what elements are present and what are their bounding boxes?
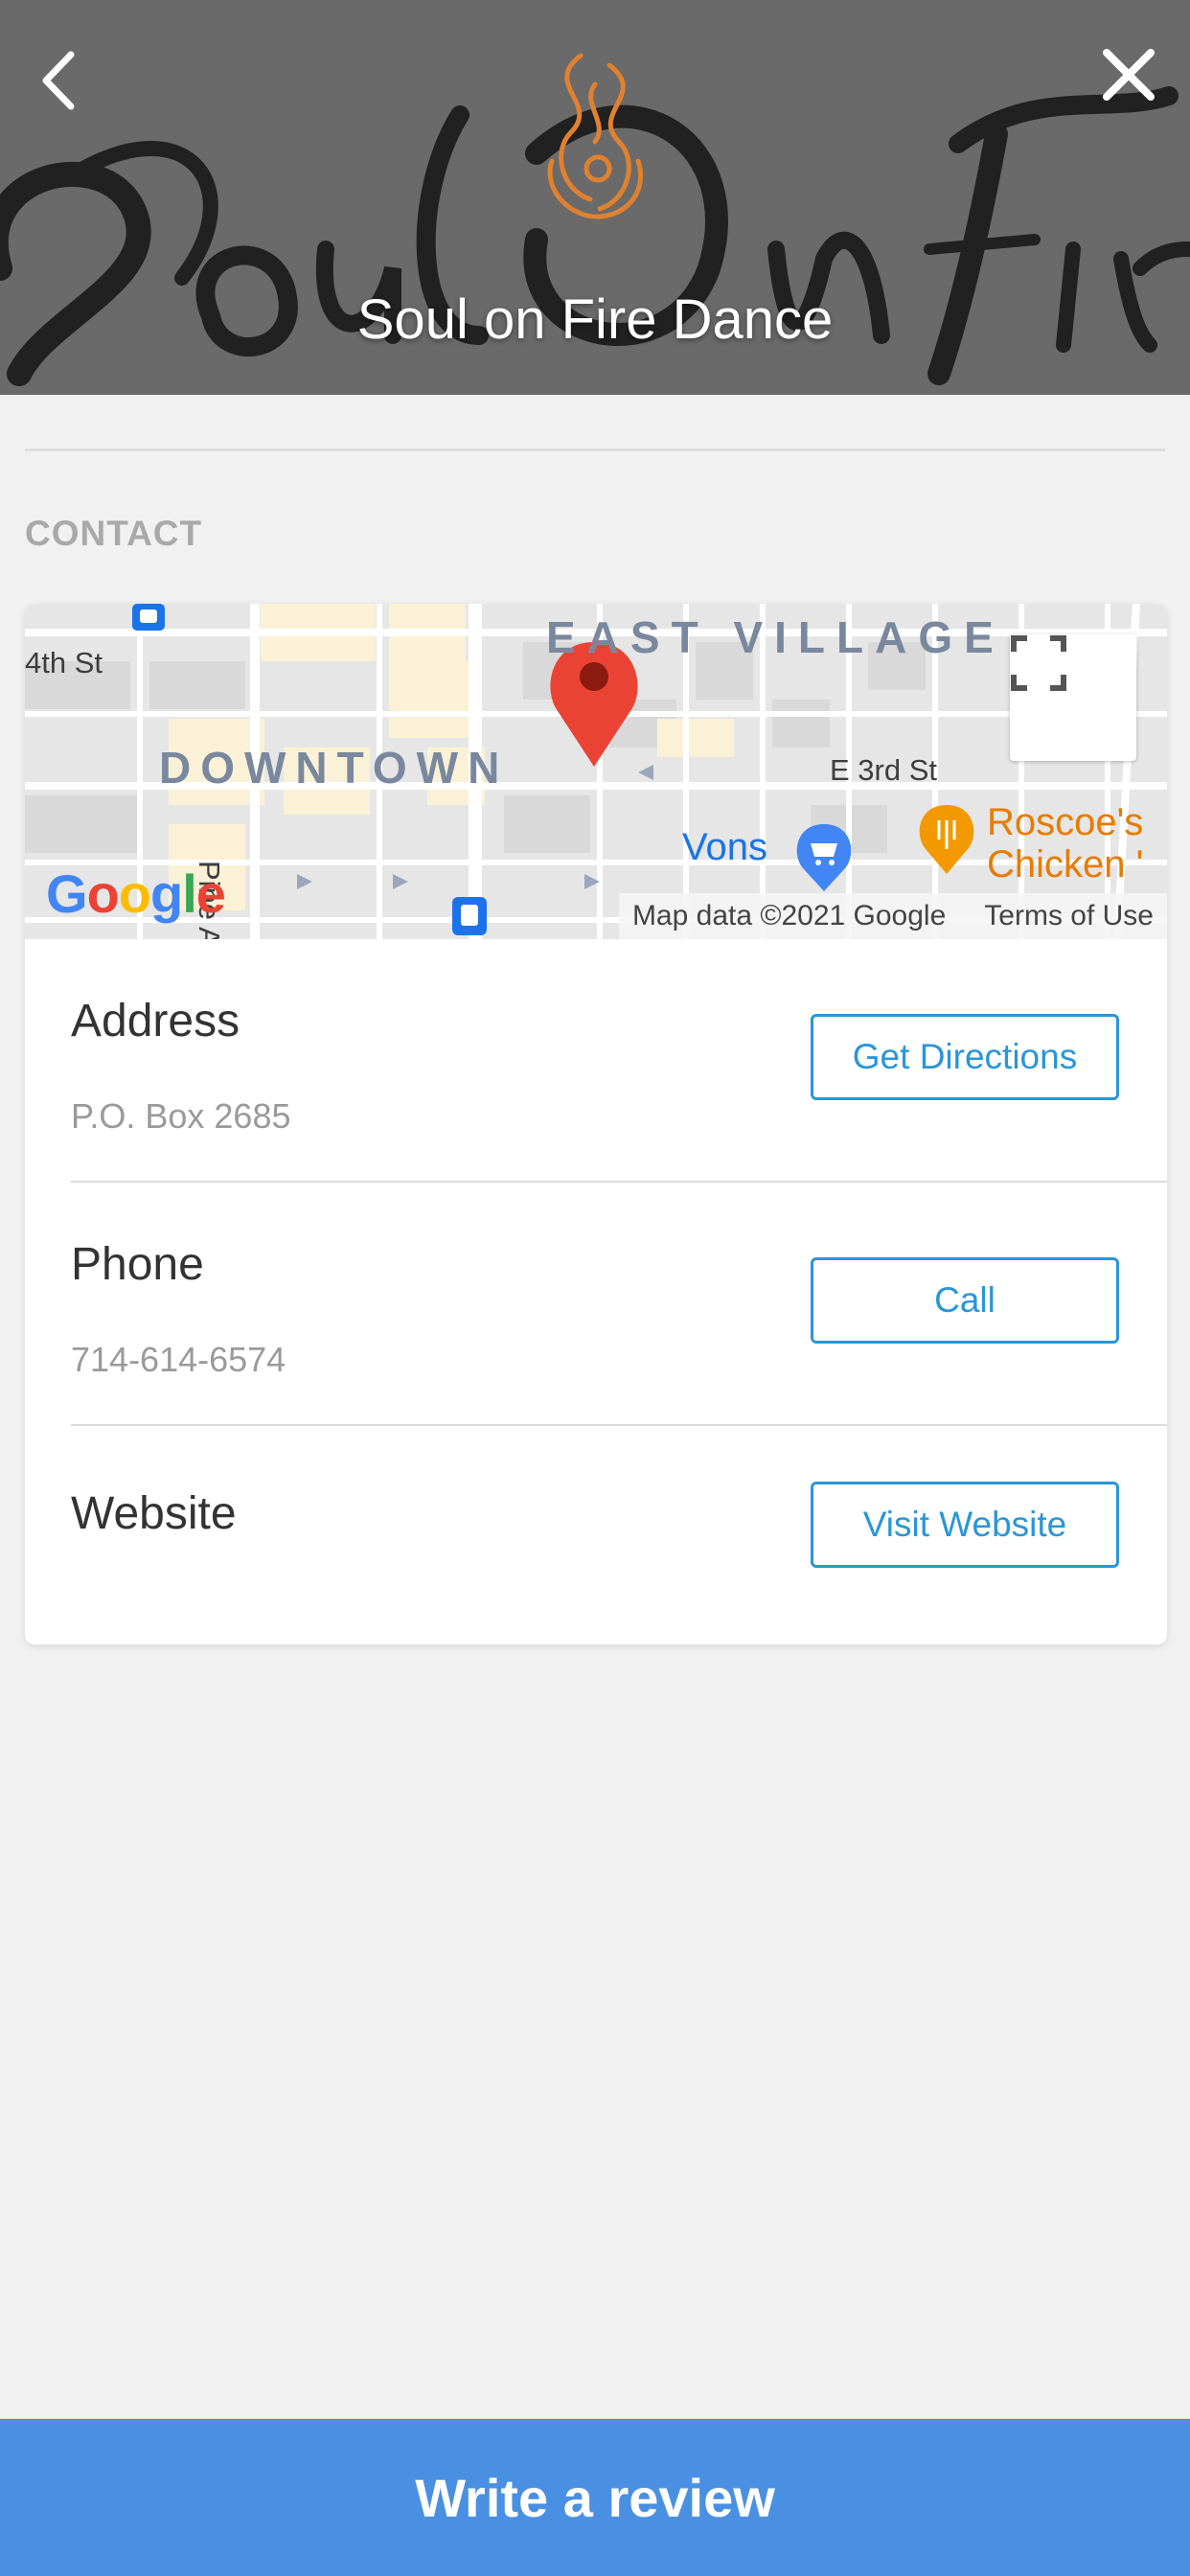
website-label: Website [71, 1488, 237, 1539]
google-logo: Google [46, 863, 226, 924]
map-label-e-3rd-st: E 3rd St [830, 753, 937, 787]
website-row: Website Visit Website [25, 1426, 1167, 1644]
map-attribution-bar: Map data ©2021 Google Terms of Use [618, 893, 1167, 939]
map-label-downtown: DOWNTOWN [159, 743, 510, 793]
fullscreen-icon [1011, 635, 1066, 691]
chevron-left-icon [42, 51, 75, 110]
map-label-4th-st: 4th St [25, 646, 103, 679]
contact-card: EAST VILLAGE DOWNTOWN 4th St E 3rd St Pi… [25, 604, 1167, 1644]
contact-section-label: CONTACT [25, 514, 203, 553]
map-label-vons[interactable]: Vons [682, 826, 767, 869]
map-data-attribution: Map data ©2021 Google [631, 900, 947, 932]
back-button[interactable] [27, 42, 88, 119]
close-icon [1103, 49, 1155, 101]
map-label-roscoes-line1: Roscoe's [987, 801, 1144, 843]
address-value: P.O. Box 2685 [71, 1096, 291, 1136]
map-label-roscoes[interactable]: Roscoe's Chicken ' [987, 801, 1143, 886]
call-button[interactable]: Call [811, 1257, 1119, 1344]
map-label-roscoes-line2: Chicken ' [987, 843, 1144, 886]
address-row: Address P.O. Box 2685 Get Directions [25, 939, 1167, 1183]
map-view[interactable]: EAST VILLAGE DOWNTOWN 4th St E 3rd St Pi… [25, 604, 1167, 939]
visit-website-button[interactable]: Visit Website [811, 1482, 1119, 1568]
map-terms-link[interactable]: Terms of Use [984, 900, 1154, 932]
page-title: Soul on Fire Dance [356, 288, 834, 351]
business-detail-page: Soul on Fire Dance CONTACT EAST VILLAGE … [0, 0, 1190, 2576]
get-directions-button[interactable]: Get Directions [811, 1014, 1119, 1100]
close-button[interactable] [1090, 36, 1167, 113]
phone-row: Phone 714-614-6574 Call [25, 1183, 1167, 1426]
address-label: Address [71, 996, 240, 1046]
header-banner: Soul on Fire Dance [0, 0, 1190, 395]
write-review-button[interactable]: Write a review [0, 2419, 1190, 2576]
phone-value: 714-614-6574 [71, 1340, 286, 1379]
flame-logo [547, 53, 644, 219]
map-label-east-village: EAST VILLAGE [546, 612, 1005, 662]
map-fullscreen-button[interactable] [1010, 634, 1136, 761]
section-divider [25, 448, 1165, 451]
phone-label: Phone [71, 1239, 204, 1290]
